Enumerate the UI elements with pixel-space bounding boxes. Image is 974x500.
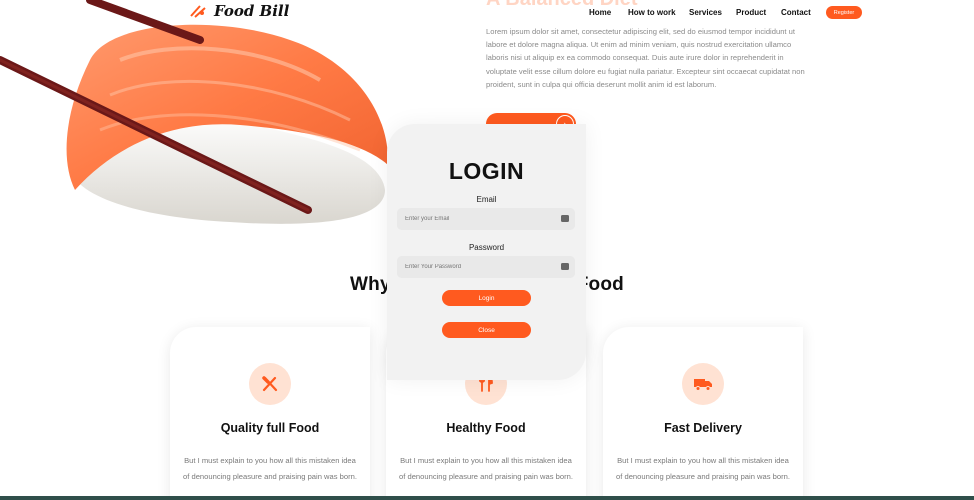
brand-name: Food Bill bbox=[214, 2, 290, 20]
feature-card-quality: Quality full Food But I must explain to … bbox=[170, 327, 370, 500]
fork-knife-icon bbox=[249, 363, 291, 405]
sushi-hero-image bbox=[0, 0, 389, 224]
hero-paragraph: Lorem ipsum dolor sit amet, consectetur … bbox=[486, 27, 805, 89]
feature-title: Quality full Food bbox=[220, 421, 320, 435]
truck-icon bbox=[682, 363, 724, 405]
login-title: LOGIN bbox=[448, 158, 525, 184]
login-button[interactable]: Login bbox=[442, 290, 531, 306]
logo-icon bbox=[190, 5, 206, 18]
feature-card-delivery: Fast Delivery But I must explain to you … bbox=[603, 327, 803, 500]
email-field-icon bbox=[561, 215, 569, 222]
register-button[interactable]: Register bbox=[826, 6, 862, 19]
email-field-wrapper bbox=[397, 208, 575, 230]
feature-text: But I must explain to you how all this m… bbox=[616, 456, 790, 481]
login-modal: LOGIN Email Password Login Close bbox=[387, 124, 586, 380]
nav-product[interactable]: Product bbox=[736, 8, 766, 17]
nav-services[interactable]: Services bbox=[689, 8, 722, 17]
password-field-icon bbox=[561, 263, 569, 270]
feature-text: But I must explain to you how all this m… bbox=[399, 456, 573, 481]
bottom-strip bbox=[0, 496, 974, 500]
close-button[interactable]: Close bbox=[442, 322, 531, 338]
email-label: Email bbox=[476, 195, 497, 204]
feature-title: Healthy Food bbox=[446, 421, 526, 435]
password-field-wrapper bbox=[397, 256, 575, 278]
hero-heading: A Balanced Diet bbox=[486, 0, 638, 11]
nav-contact[interactable]: Contact bbox=[781, 8, 811, 17]
password-label: Password bbox=[468, 243, 505, 252]
password-field[interactable] bbox=[397, 256, 575, 278]
feature-text: But I must explain to you how all this m… bbox=[183, 456, 357, 481]
email-field[interactable] bbox=[397, 208, 575, 230]
brand-logo[interactable]: Food Bill bbox=[190, 0, 289, 22]
why-heading-left: Why bbox=[350, 274, 391, 295]
feature-title: Fast Delivery bbox=[664, 421, 742, 435]
